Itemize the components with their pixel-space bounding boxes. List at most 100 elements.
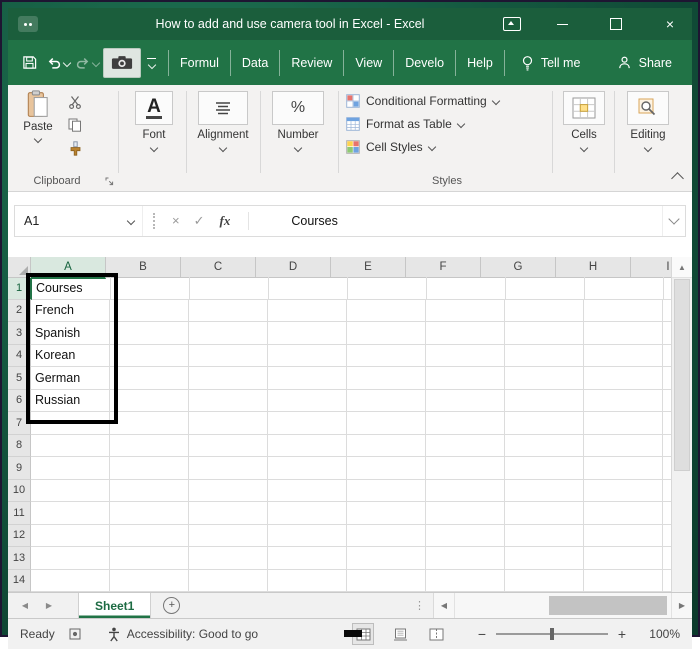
formula-bar-separator-dots[interactable] [153, 212, 155, 229]
cell-D1[interactable] [269, 277, 348, 300]
cell-A3[interactable]: Spanish [31, 322, 110, 345]
cell-C2[interactable] [189, 299, 268, 322]
column-header-C[interactable]: C [181, 257, 256, 278]
cell-D2[interactable] [268, 299, 347, 322]
cell-B14[interactable] [110, 569, 189, 592]
scroll-right-button[interactable]: ▶ [671, 593, 692, 618]
row-header-1[interactable]: 1 [8, 277, 32, 300]
cell-E6[interactable] [347, 389, 426, 412]
cell-C9[interactable] [189, 457, 268, 480]
cell-G10[interactable] [505, 479, 584, 502]
cell-B3[interactable] [110, 322, 189, 345]
formula-input[interactable]: Courses [291, 214, 338, 228]
row-header-3[interactable]: 3 [8, 322, 31, 345]
page-layout-view-button[interactable] [390, 624, 410, 644]
name-box[interactable]: A1 [15, 206, 120, 236]
cell-H13[interactable] [584, 547, 663, 570]
cell-F1[interactable] [427, 277, 506, 300]
cell-B1[interactable] [111, 277, 190, 300]
editing-group-button[interactable]: Editing [620, 91, 676, 153]
tab-scroll-splitter[interactable]: ⋮ [414, 599, 425, 612]
cell-C12[interactable] [189, 524, 268, 547]
cell-F3[interactable] [426, 322, 505, 345]
cell-H1[interactable] [585, 277, 664, 300]
row-header-13[interactable]: 13 [8, 547, 31, 570]
vertical-scroll-thumb[interactable] [674, 279, 690, 471]
row-header-2[interactable]: 2 [8, 299, 31, 322]
format-as-table-button[interactable]: Format as Table [346, 113, 548, 134]
cell-H2[interactable] [584, 299, 663, 322]
macro-record-button[interactable] [69, 628, 81, 640]
cell-E14[interactable] [347, 569, 426, 592]
cell-H9[interactable] [584, 457, 663, 480]
column-header-B[interactable]: B [106, 257, 181, 278]
formula-bar-expand-button[interactable] [662, 205, 685, 236]
cell-E12[interactable] [347, 524, 426, 547]
column-header-D[interactable]: D [256, 257, 331, 278]
column-header-A[interactable]: A [31, 257, 106, 279]
cell-F13[interactable] [426, 547, 505, 570]
cut-button[interactable] [62, 92, 88, 112]
cell-D6[interactable] [268, 389, 347, 412]
cell-G3[interactable] [505, 322, 584, 345]
column-header-H[interactable]: H [556, 257, 631, 278]
cell-G2[interactable] [505, 299, 584, 322]
cell-A9[interactable] [31, 457, 110, 480]
horizontal-scroll-track[interactable] [455, 593, 671, 618]
cell-G5[interactable] [505, 367, 584, 390]
cell-A14[interactable] [31, 569, 110, 592]
select-all-button[interactable] [8, 257, 31, 278]
tab-data[interactable]: Data [231, 49, 281, 76]
cell-F4[interactable] [426, 344, 505, 367]
cell-F5[interactable] [426, 367, 505, 390]
cell-G13[interactable] [505, 547, 584, 570]
cell-H8[interactable] [584, 434, 663, 457]
tab-view[interactable]: View [344, 49, 395, 76]
cell-A6[interactable]: Russian [31, 389, 110, 412]
cell-G11[interactable] [505, 502, 584, 525]
cell-B10[interactable] [110, 479, 189, 502]
cell-G6[interactable] [505, 389, 584, 412]
cell-styles-button[interactable]: Cell Styles [346, 136, 548, 157]
scroll-left-button[interactable]: ◀ [434, 593, 455, 618]
cell-E5[interactable] [347, 367, 426, 390]
tab-formulas[interactable]: Formul [168, 49, 231, 76]
cell-B5[interactable] [110, 367, 189, 390]
cell-G9[interactable] [505, 457, 584, 480]
alignment-group-button[interactable]: Alignment [192, 91, 254, 153]
cell-A2[interactable]: French [31, 299, 110, 322]
cell-C10[interactable] [189, 479, 268, 502]
cell-H3[interactable] [584, 322, 663, 345]
cell-D3[interactable] [268, 322, 347, 345]
cell-C6[interactable] [189, 389, 268, 412]
cell-A4[interactable]: Korean [31, 344, 110, 367]
enter-button[interactable]: ✓ [194, 213, 205, 229]
cell-F12[interactable] [426, 524, 505, 547]
zoom-level[interactable]: 100% [638, 627, 680, 641]
column-header-F[interactable]: F [406, 257, 481, 278]
cell-H5[interactable] [584, 367, 663, 390]
cell-E13[interactable] [347, 547, 426, 570]
cell-A13[interactable] [31, 547, 110, 570]
cell-B9[interactable] [110, 457, 189, 480]
sheet-tab-sheet1[interactable]: Sheet1 [78, 593, 152, 618]
cell-D14[interactable] [268, 569, 347, 592]
clipboard-dialog-launcher[interactable] [104, 176, 115, 187]
cell-D8[interactable] [268, 434, 347, 457]
cell-C8[interactable] [189, 434, 268, 457]
cell-B11[interactable] [110, 502, 189, 525]
cell-F6[interactable] [426, 389, 505, 412]
sheet-nav-left[interactable]: ◀ [18, 601, 32, 610]
tell-me-button[interactable]: Tell me [521, 55, 580, 71]
cell-G14[interactable] [505, 569, 584, 592]
cell-A10[interactable] [31, 479, 110, 502]
ribbon-display-options-button[interactable] [490, 8, 534, 40]
cell-F8[interactable] [426, 434, 505, 457]
cell-C14[interactable] [189, 569, 268, 592]
paste-button[interactable]: Paste [18, 90, 58, 166]
cell-D13[interactable] [268, 547, 347, 570]
conditional-formatting-button[interactable]: Conditional Formatting [346, 90, 548, 111]
cell-C7[interactable] [189, 412, 268, 435]
share-button[interactable]: Share [617, 55, 672, 70]
zoom-slider-thumb[interactable] [550, 628, 554, 640]
